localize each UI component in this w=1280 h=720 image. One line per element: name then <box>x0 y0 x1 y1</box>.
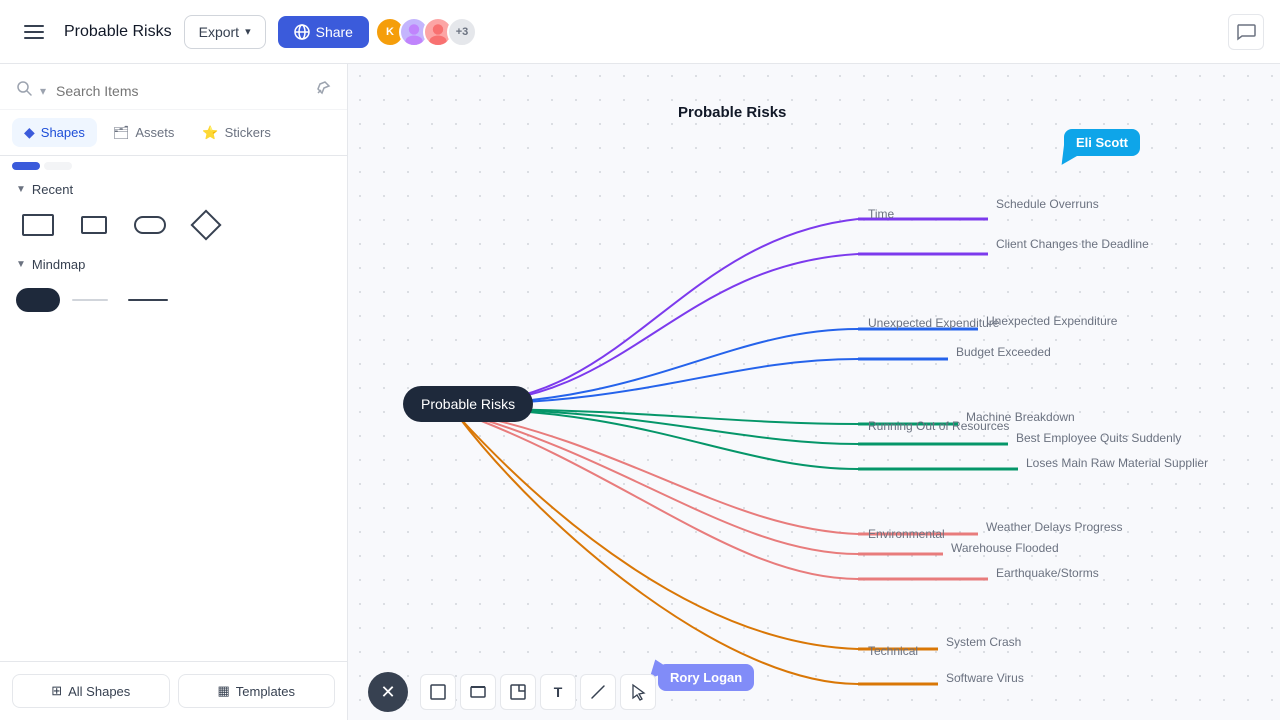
branch-label-technical: Technical <box>868 644 918 658</box>
tool-line-button[interactable] <box>580 674 616 710</box>
mindmap-items-row <box>0 276 347 324</box>
all-shapes-label: All Shapes <box>68 684 130 699</box>
search-icon <box>16 80 32 101</box>
sidebar: ▾ ◆ Shapes 🗂 Assets ⭐ Stickers ▼ Recen <box>0 64 348 720</box>
section-recent[interactable]: ▼ Recent <box>0 174 347 201</box>
comment-button[interactable] <box>1228 14 1264 50</box>
tool-text-button[interactable]: T <box>540 674 576 710</box>
shapes-icon: ◆ <box>24 124 35 141</box>
recent-arrow-icon: ▼ <box>16 184 26 195</box>
mindmap-node-item[interactable] <box>16 282 60 318</box>
share-label: Share <box>316 24 353 40</box>
rectangle-small-shape <box>81 216 107 234</box>
menu-button[interactable] <box>16 14 52 50</box>
avatar-overflow-count: +3 <box>447 17 477 47</box>
tab-assets[interactable]: 🗂 Assets <box>101 118 187 147</box>
sidebar-subtabs <box>0 156 347 174</box>
close-button[interactable]: ✕ <box>368 672 408 712</box>
shape-rectangle-small[interactable] <box>72 207 116 243</box>
recent-label: Recent <box>32 182 73 197</box>
tool-frame-button[interactable] <box>460 674 496 710</box>
stickers-icon: ⭐ <box>202 125 218 141</box>
leaf-warehouse-flooded: Warehouse Flooded <box>951 541 1059 555</box>
rectangle-shape <box>22 214 54 236</box>
all-shapes-button[interactable]: ⊞ All Shapes <box>12 674 170 708</box>
avatar-group: K +3 <box>381 17 477 47</box>
export-chevron-icon: ▾ <box>245 25 251 38</box>
subtab-2[interactable] <box>44 162 72 170</box>
assets-label: Assets <box>135 125 174 140</box>
export-label: Export <box>199 24 239 40</box>
document-title: Probable Risks <box>64 23 172 41</box>
pointer-tool-icon <box>629 683 647 701</box>
tool-rect-button[interactable] <box>420 674 456 710</box>
leaf-schedule-overruns: Schedule Overruns <box>996 197 1099 211</box>
search-bar: ▾ <box>0 64 347 110</box>
mindmap-label: Mindmap <box>32 257 85 272</box>
globe-icon <box>294 24 310 40</box>
mindmap-line2-item[interactable] <box>128 282 172 318</box>
assets-icon: 🗂 <box>113 125 130 141</box>
rect-tool-icon <box>429 683 447 701</box>
leaf-system-crash: System Crash <box>946 635 1021 649</box>
all-shapes-icon: ⊞ <box>51 683 62 699</box>
sticky-tool-icon <box>509 683 527 701</box>
branch-label-expenditure: Unexpected Expenditure <box>868 316 999 330</box>
leaf-machine-breakdown: Machine Breakdown <box>966 410 1075 424</box>
canvas: Probable Risks <box>348 64 1280 720</box>
leaf-unexpected-expenditure: Unexpected Expenditure <box>986 314 1117 328</box>
frame-tool-icon <box>469 683 487 701</box>
line-tool-icon <box>589 683 607 701</box>
section-mindmap[interactable]: ▼ Mindmap <box>0 249 347 276</box>
stickers-label: Stickers <box>225 125 271 140</box>
shape-diamond[interactable] <box>184 207 228 243</box>
mindmap-node-shape <box>16 288 60 312</box>
share-button[interactable]: Share <box>278 16 369 48</box>
shape-rectangle[interactable] <box>16 207 60 243</box>
close-icon: ✕ <box>380 682 395 703</box>
templates-label: Templates <box>236 684 295 699</box>
mindmap-dashed-line <box>72 293 116 307</box>
header: Probable Risks Export ▾ Share K +3 <box>0 0 1280 64</box>
tab-shapes[interactable]: ◆ Shapes <box>12 118 97 147</box>
branch-label-time: Time <box>868 207 894 221</box>
leaf-earthquake: Earthquake/Storms <box>996 566 1099 580</box>
tool-sticky-button[interactable] <box>500 674 536 710</box>
sidebar-bottom: ⊞ All Shapes ▦ Templates <box>0 661 347 720</box>
shapes-label: Shapes <box>41 125 85 140</box>
branch-label-environmental: Environmental <box>868 527 945 541</box>
leaf-employee-quits: Best Employee Quits Suddenly <box>1016 431 1181 445</box>
tab-stickers[interactable]: ⭐ Stickers <box>190 118 282 147</box>
text-tool-icon: T <box>554 684 563 700</box>
templates-icon: ▦ <box>217 683 229 699</box>
diamond-shape <box>190 209 221 240</box>
leaf-client-changes: Client Changes the Deadline <box>996 237 1149 251</box>
mindmap-arrow-icon: ▼ <box>16 259 26 270</box>
center-node-label: Probable Risks <box>421 396 515 412</box>
leaf-budget-exceeded: Budget Exceeded <box>956 345 1051 359</box>
tab-bar: ◆ Shapes 🗂 Assets ⭐ Stickers <box>0 110 347 156</box>
subtab-1[interactable] <box>12 162 40 170</box>
templates-button[interactable]: ▦ Templates <box>178 674 336 708</box>
tool-pointer-button[interactable] <box>620 674 656 710</box>
search-input[interactable] <box>56 83 307 99</box>
mindmap-solid-line <box>128 293 172 307</box>
cursor-eli-name: Eli Scott <box>1076 135 1128 150</box>
pin-icon[interactable] <box>315 80 331 101</box>
search-dropdown-icon: ▾ <box>40 84 46 98</box>
bottom-toolbar: ✕ T <box>348 664 1280 720</box>
shape-pill[interactable] <box>128 207 172 243</box>
center-node[interactable]: Probable Risks <box>403 386 533 422</box>
mindmap-line1-item[interactable] <box>72 282 116 318</box>
cursor-eli: Eli Scott <box>1064 129 1140 156</box>
leaf-weather-delays: Weather Delays Progress <box>986 520 1123 534</box>
pill-shape <box>134 216 166 234</box>
export-button[interactable]: Export ▾ <box>184 15 266 49</box>
leaf-loses-supplier: Loses Main Raw Material Supplier <box>1026 456 1208 470</box>
recent-shapes-row <box>0 201 347 249</box>
